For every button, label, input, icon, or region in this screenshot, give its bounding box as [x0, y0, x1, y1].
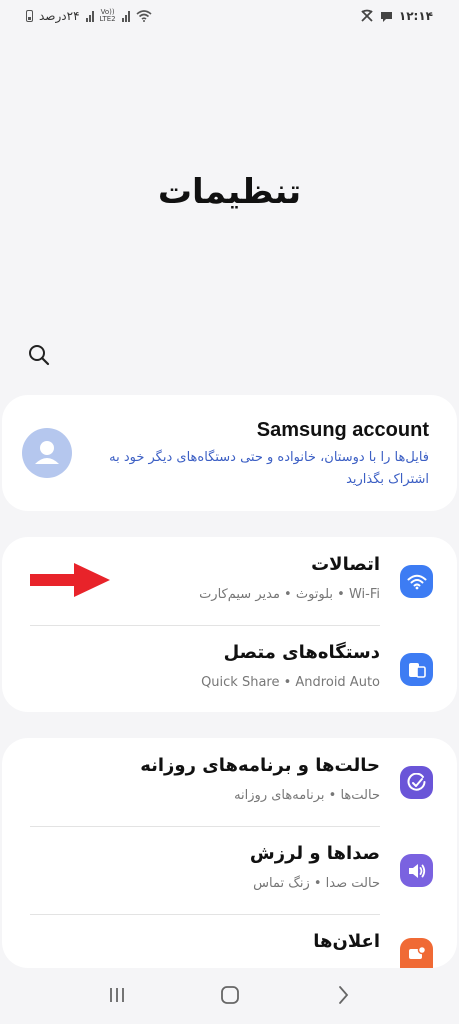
no-call-icon — [361, 9, 373, 22]
person-icon — [35, 441, 59, 464]
status-time: ۱۲:۱۴ — [398, 9, 433, 23]
status-bar-left: ۲۴درصد Vo)) LTE2 — [26, 9, 152, 23]
status-bar-right: ۱۲:۱۴ — [360, 9, 433, 23]
wifi-status-icon — [136, 10, 152, 22]
item-title: حالت‌ها و برنامه‌های روزانه — [140, 755, 380, 776]
status-bar: ۲۴درصد Vo)) LTE2 ۱۲:۱۴ — [0, 0, 459, 32]
item-subtitle: Wi-Fi • بلوتوث • مدیر سیم‌کارت — [199, 587, 380, 602]
item-subtitle: حالت‌ها • برنامه‌های روزانه — [234, 788, 380, 803]
modes-card: حالت‌ها و برنامه‌های روزانه حالت‌ها • بر… — [2, 738, 457, 968]
back-button[interactable] — [323, 975, 363, 1015]
message-icon — [380, 11, 392, 22]
devices-icon — [400, 653, 433, 686]
battery-icon — [26, 10, 33, 22]
settings-item-connected-devices[interactable]: دستگاه‌های متصل Quick Share • Android Au… — [2, 625, 457, 713]
item-title: صداها و لرزش — [249, 843, 380, 864]
check-circle-icon — [400, 766, 433, 799]
item-title: اعلان‌ها — [313, 931, 380, 952]
navigation-bar — [0, 966, 459, 1024]
samsung-account-card[interactable]: Samsung account فایل‌ها را با دوستان، خا… — [2, 395, 457, 511]
notification-icon — [400, 938, 433, 968]
item-subtitle: Quick Share • Android Auto — [201, 675, 380, 690]
battery-percentage: ۲۴درصد — [39, 9, 80, 23]
settings-item-modes[interactable]: حالت‌ها و برنامه‌های روزانه حالت‌ها • بر… — [2, 738, 457, 826]
recent-apps-button[interactable] — [97, 975, 137, 1015]
signal-icon-2 — [121, 10, 130, 22]
volte-label: Vo)) LTE2 — [99, 8, 116, 23]
item-subtitle: حالت صدا • زنگ تماس — [253, 876, 380, 891]
red-arrow-annotation — [30, 563, 110, 597]
recent-apps-icon — [109, 988, 124, 1002]
back-icon — [338, 986, 348, 1004]
home-icon — [220, 986, 239, 1004]
item-title: دستگاه‌های متصل — [223, 642, 380, 663]
item-title: اتصالات — [311, 554, 380, 575]
account-title: Samsung account — [256, 419, 429, 441]
settings-item-sounds[interactable]: صداها و لرزش حالت صدا • زنگ تماس — [2, 826, 457, 914]
search-icon — [29, 345, 50, 366]
speaker-icon — [400, 854, 433, 887]
search-button[interactable] — [26, 342, 52, 368]
home-button[interactable] — [210, 975, 250, 1015]
signal-icon — [85, 10, 94, 22]
wifi-icon — [400, 565, 433, 598]
account-subtitle: فایل‌ها را با دوستان، خانواده و حتی دستگ… — [109, 450, 429, 487]
avatar[interactable] — [22, 428, 72, 478]
page-title: تنظیمات — [157, 172, 302, 212]
